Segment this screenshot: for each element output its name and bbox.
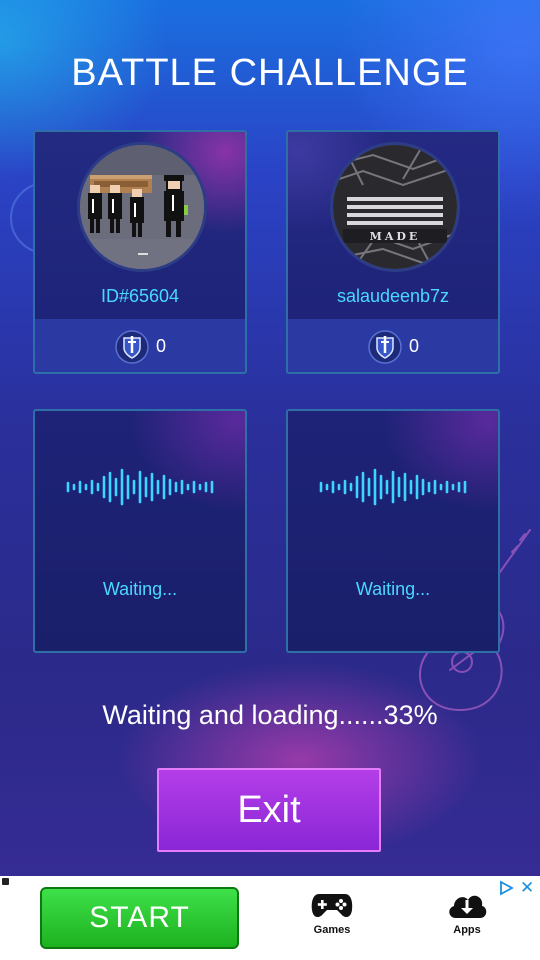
player-1-waiting-text: Waiting... <box>102 579 178 599</box>
ad-apps-label: Apps <box>453 924 481 936</box>
sword-shield-icon <box>368 329 402 364</box>
exit-button[interactable]: Exit <box>157 768 381 852</box>
pallbearers-avatar-icon <box>80 145 204 269</box>
ad-start-button[interactable]: START <box>40 887 239 949</box>
ad-games-label: Games <box>313 924 351 936</box>
player-1-score-row: 0 <box>35 319 245 372</box>
player-2-name: salaudeenb7z <box>336 286 450 306</box>
cloud-download-icon <box>449 895 487 918</box>
player-2-waiting-text: Waiting... <box>355 579 431 599</box>
sword-shield-icon <box>115 329 149 364</box>
sound-wave-icon <box>319 468 467 506</box>
player-1-score: 0 <box>155 336 166 356</box>
gamepad-icon <box>311 894 353 918</box>
ad-banner[interactable]: START Games Apps ✕ <box>0 876 540 960</box>
ad-choices-icon[interactable] <box>498 880 514 896</box>
svg-text:MADE: MADE <box>370 230 421 243</box>
player-card-1: ID#65604 0 <box>33 130 247 374</box>
ad-apps-link[interactable]: Apps <box>437 890 497 936</box>
player-1-avatar <box>77 142 207 272</box>
ad-close-icon[interactable]: ✕ <box>520 878 534 898</box>
page-title: BATTLE CHALLENGE <box>71 52 469 94</box>
player-2-status-card: Waiting... <box>286 409 500 653</box>
ad-source-label <box>2 878 9 885</box>
sound-wave-icon <box>66 468 214 506</box>
ad-games-link[interactable]: Games <box>302 890 362 936</box>
player-card-2: MADE salaudeenb7z 0 <box>286 130 500 374</box>
player-2-score-row: 0 <box>288 319 498 372</box>
player-2-avatar: MADE <box>330 142 460 272</box>
made-album-avatar-icon: MADE <box>333 145 457 269</box>
player-1-status-card: Waiting... <box>33 409 247 653</box>
player-2-score: 0 <box>408 336 419 356</box>
loading-status-text: Waiting and loading......33% <box>102 700 438 730</box>
player-1-name: ID#65604 <box>100 286 180 306</box>
game-screen: BATTLE CHALLENGE ID#65604 0 MADE salaude… <box>0 0 540 876</box>
